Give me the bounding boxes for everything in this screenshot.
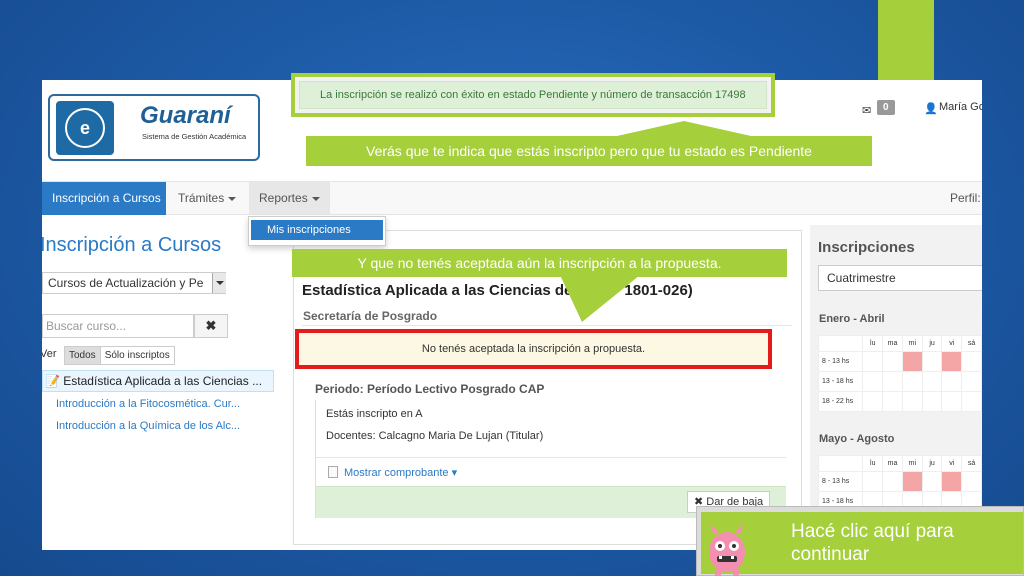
- tutorial-callout-2: Y que no tenés aceptada aún la inscripci…: [292, 249, 787, 277]
- continue-text: Hacé clic aquí para continuar: [791, 521, 954, 565]
- tutorial-callout-1: Verás que te indica que estás inscripto …: [306, 136, 872, 166]
- continue-button-frame: Hacé clic aquí para continuar: [696, 506, 1024, 576]
- continue-button[interactable]: Hacé clic aquí para continuar: [701, 512, 1023, 576]
- monster-mascot-icon: [709, 524, 745, 576]
- callout-2-pointer: [560, 275, 640, 322]
- callout-pointers: [560, 121, 760, 322]
